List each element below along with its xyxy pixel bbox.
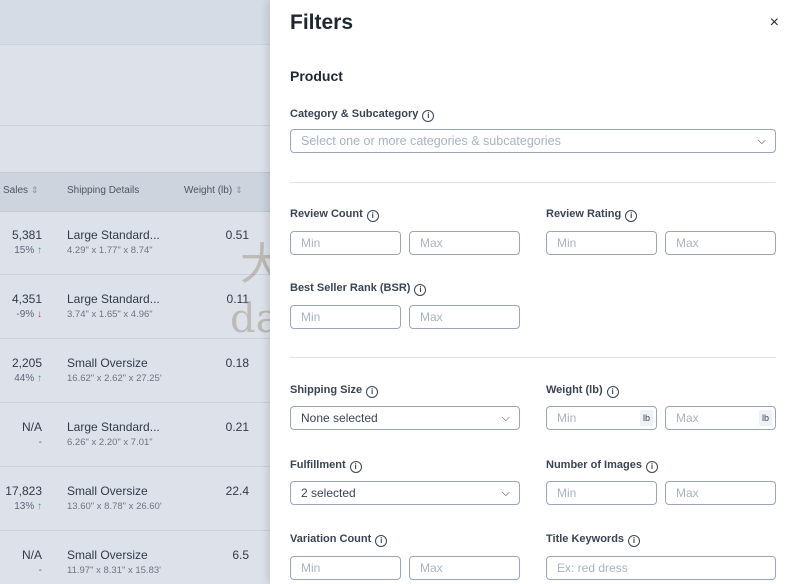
table-row[interactable]: 5,381 15% ↑ Large Standard... 4.29" x 1.77"…	[0, 211, 270, 275]
info-icon[interactable]: i	[366, 210, 379, 222]
arrow-up-icon: ↑	[37, 501, 42, 512]
shipping-tier: Large Standard...	[67, 420, 160, 434]
shipping-dimensions: 6.26" x 2.20" x 7.01"	[67, 437, 153, 448]
sales-value: 5,381	[11, 228, 42, 242]
close-icon[interactable]: ×	[770, 14, 779, 32]
sales-change: 44% ↑	[14, 373, 42, 384]
shipping-dimensions: 13.60" x 8.78" x 26.60'	[67, 501, 162, 512]
shipping-tier: Small Oversize	[67, 548, 148, 562]
variation-max-input[interactable]: Max	[409, 556, 520, 580]
review-rating-min-input[interactable]: Min	[546, 231, 657, 255]
sales-value: 4,351	[11, 292, 42, 306]
weight-max-input[interactable]: Max lb	[665, 406, 776, 430]
table-row[interactable]: 17,823 13% ↑ Small Oversize 13.60" x 8.78" …	[0, 467, 270, 531]
sales-change: -	[38, 565, 42, 576]
category-label: Category & Subcategory i	[290, 108, 435, 122]
sort-icon[interactable]: ⇕	[31, 185, 39, 195]
info-icon[interactable]: i	[366, 386, 379, 398]
chevron-down-icon: ⌵	[501, 487, 510, 499]
divider	[290, 182, 776, 183]
sales-change: 13% ↑	[14, 501, 42, 512]
info-icon[interactable]: i	[606, 386, 619, 398]
sales-value: 2,205	[11, 356, 42, 370]
arrow-up-icon: ↑	[37, 373, 42, 384]
product-table-background: Sales ⇕ Shipping Details Weight (lb) ⇕ 5,3…	[0, 0, 270, 584]
shipping-dimensions: 16.62" x 2.62" x 27.25'	[67, 373, 162, 384]
images-min-input[interactable]: Min	[546, 481, 657, 505]
bsr-max-input[interactable]: Max	[409, 305, 520, 329]
variation-count-label: Variation Count i	[290, 533, 388, 547]
weight-value: 22.4	[225, 484, 249, 498]
weight-value: 0.51	[225, 228, 249, 242]
column-header-weight[interactable]: Weight (lb) ⇕	[184, 185, 243, 196]
review-count-min-input[interactable]: Min	[290, 231, 401, 255]
review-rating-max-input[interactable]: Max	[665, 231, 776, 255]
fulfillment-select[interactable]: 2 selected ⌵	[290, 481, 520, 505]
shipping-tier: Large Standard...	[67, 228, 160, 242]
sales-value: N/A	[21, 548, 42, 562]
arrow-down-icon: ↓	[37, 309, 42, 320]
shipping-size-label: Shipping Size i	[290, 384, 379, 398]
divider	[0, 44, 270, 45]
info-icon[interactable]: i	[645, 461, 658, 473]
shipping-tier: Small Oversize	[67, 356, 148, 370]
section-title-product: Product	[290, 68, 343, 84]
images-max-input[interactable]: Max	[665, 481, 776, 505]
table-row[interactable]: 4,351 -9% ↓ Large Standard... 3.74" x 1.65"…	[0, 275, 270, 339]
shipping-tier: Large Standard...	[67, 292, 160, 306]
category-select[interactable]: Select one or more categories & subcateg…	[290, 129, 776, 153]
divider	[0, 125, 270, 126]
table-row[interactable]: N/A - Small Oversize 11.97" x 8.31" x 15.83…	[0, 531, 270, 584]
review-count-label: Review Count i	[290, 208, 379, 222]
fulfillment-label: Fulfillment i	[290, 459, 362, 473]
weight-unit: lb	[758, 410, 772, 426]
shipping-dimensions: 4.29" x 1.77" x 8.74"	[67, 245, 153, 256]
chevron-down-icon: ⌵	[757, 135, 766, 147]
info-icon[interactable]: i	[349, 461, 362, 473]
weight-value: 0.21	[225, 420, 249, 434]
title-keywords-input[interactable]: Ex: red dress	[546, 556, 776, 580]
review-rating-label: Review Rating i	[546, 208, 638, 222]
shipping-dimensions: 11.97" x 8.31" x 15.83'	[67, 565, 161, 576]
bsr-min-input[interactable]: Min	[290, 305, 401, 329]
weight-value: 0.11	[226, 292, 249, 306]
bsr-label: Best Seller Rank (BSR) i	[290, 282, 427, 296]
title-keywords-label: Title Keywords i	[546, 533, 641, 547]
info-icon[interactable]: i	[414, 284, 427, 296]
arrow-up-icon: ↑	[37, 245, 42, 256]
shipping-tier: Small Oversize	[67, 484, 148, 498]
review-count-max-input[interactable]: Max	[409, 231, 520, 255]
sales-change: 15% ↑	[14, 245, 42, 256]
table-row[interactable]: N/A - Large Standard... 6.26" x 2.20" x 7.0…	[0, 403, 270, 467]
weight-min-input[interactable]: Min lb	[546, 406, 657, 430]
images-label: Number of Images i	[546, 459, 658, 473]
table-row[interactable]: 2,205 44% ↑ Small Oversize 16.62" x 2.62" x…	[0, 339, 270, 403]
table-header: Sales ⇕ Shipping Details Weight (lb) ⇕	[0, 172, 270, 212]
sales-change: -9% ↓	[16, 309, 42, 320]
info-icon[interactable]: i	[375, 535, 388, 547]
info-icon[interactable]: i	[628, 535, 641, 547]
weight-label: Weight (lb) i	[546, 384, 619, 398]
sales-value: 17,823	[5, 484, 42, 498]
panel-title: Filters	[290, 11, 354, 34]
shipping-size-select[interactable]: None selected ⌵	[290, 406, 520, 430]
column-header-shipping[interactable]: Shipping Details	[67, 185, 139, 196]
column-header-sales[interactable]: Sales ⇕	[3, 185, 39, 196]
divider	[290, 357, 776, 358]
filters-panel: Filters × Product Category & Subcategory…	[270, 0, 785, 584]
weight-unit: lb	[639, 410, 653, 426]
table-toolbar	[0, 0, 270, 44]
weight-value: 6.5	[232, 548, 249, 562]
info-icon[interactable]: i	[625, 210, 638, 222]
sales-change: -	[38, 437, 42, 448]
shipping-dimensions: 3.74" x 1.65" x 4.96"	[67, 309, 153, 320]
info-icon[interactable]: i	[422, 110, 435, 122]
sort-icon[interactable]: ⇕	[235, 185, 243, 195]
chevron-down-icon: ⌵	[501, 412, 510, 424]
sales-value: N/A	[21, 420, 42, 434]
weight-value: 0.18	[225, 356, 249, 370]
variation-min-input[interactable]: Min	[290, 556, 401, 580]
